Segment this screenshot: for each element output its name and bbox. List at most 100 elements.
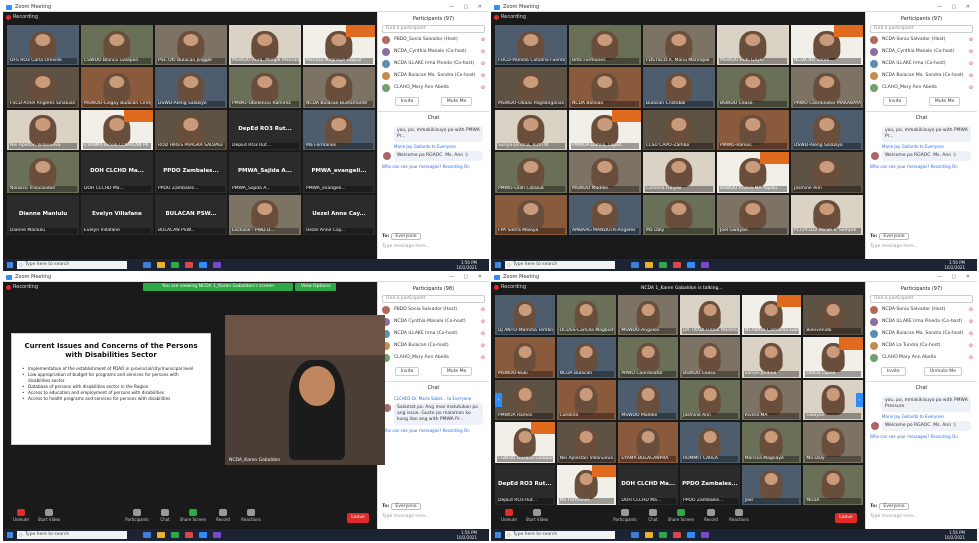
video-tile[interactable]: Evelyn Villafane Evelyn Villafane xyxy=(81,194,153,235)
taskbar-app-icon[interactable] xyxy=(645,262,653,268)
taskbar-app-icon[interactable] xyxy=(185,262,193,268)
mic-muted-icon[interactable]: ⊘ xyxy=(481,82,485,94)
chat-message-input[interactable]: Type message here... xyxy=(382,514,430,519)
video-tile[interactable]: Rivera MA xyxy=(741,379,802,421)
windows-start-icon[interactable] xyxy=(495,532,501,538)
taskbar-app-icon[interactable] xyxy=(687,262,695,268)
video-tile[interactable]: Bienvenido xyxy=(803,295,863,336)
recipient-dropdown[interactable]: Everyone xyxy=(391,503,421,510)
mic-muted-icon[interactable]: ⊘ xyxy=(481,316,485,328)
participant-row[interactable]: NCDA Bulacan Ma. Sandra (Co-host) ⊘ xyxy=(866,328,977,340)
taskbar-app-icon[interactable] xyxy=(185,532,193,538)
taskbar-app-icon[interactable] xyxy=(659,532,667,538)
video-tile[interactable]: CSWDO Blanca Galapon xyxy=(81,25,153,66)
participant-row[interactable]: CLAHO_Mary Ann Abella ⊘ xyxy=(378,82,489,94)
recipient-dropdown[interactable]: Everyone xyxy=(879,503,909,510)
video-tile[interactable]: PCCPI-LD2 Micah V. Sempre xyxy=(791,194,863,235)
share-screen-button[interactable]: Share Screen xyxy=(667,509,695,522)
prev-page-arrow[interactable]: ‹ xyxy=(495,393,502,407)
windows-start-icon[interactable] xyxy=(495,262,501,268)
video-tile[interactable]: NCDA Bolinao xyxy=(569,67,641,108)
taskbar-app-icon[interactable] xyxy=(701,532,709,538)
window-controls[interactable]: — ▢ ✕ xyxy=(937,3,974,12)
mic-muted-icon[interactable]: ⊘ xyxy=(969,34,973,46)
video-tile[interactable]: CLSU CAPO-Zambo xyxy=(643,109,715,151)
leave-button[interactable]: Leave xyxy=(835,513,857,523)
video-tile[interactable]: Nolasco Trancandon xyxy=(7,152,79,193)
video-tile[interactable]: NCDA Bulacan Bustamante xyxy=(303,67,375,108)
taskbar-app-icon[interactable] xyxy=(631,262,639,268)
video-tile[interactable]: DJ ANTO-Mamma Tembrito xyxy=(495,295,555,336)
video-tile[interactable]: DFS RO3 Carla Orevillo xyxy=(7,25,79,66)
video-tile[interactable]: Exclusie - PWD D... xyxy=(229,194,301,235)
taskbar-app-icon[interactable] xyxy=(213,262,221,268)
mute-me-button[interactable]: Mute Me xyxy=(440,367,473,376)
participant-row[interactable]: NCDA ILLAKE Irma (Co-host) ⊘ xyxy=(866,58,977,70)
participant-row[interactable]: NCDA-Sonia Salvador (Host) ⊘ xyxy=(866,34,977,46)
taskbar-app-icon[interactable] xyxy=(157,532,165,538)
video-tile[interactable]: EYAMA BULACANPRA xyxy=(618,422,678,463)
video-tile[interactable]: NCDA RO Sonia xyxy=(791,25,863,66)
video-tile[interactable]: Jasmine Ann xyxy=(791,152,863,193)
taskbar-app-icon[interactable] xyxy=(171,532,179,538)
chat-button[interactable]: Chat xyxy=(151,509,179,522)
mic-muted-icon[interactable]: ⊘ xyxy=(481,58,485,70)
mic-muted-icon[interactable]: ⊘ xyxy=(969,46,973,58)
chat-button[interactable]: Chat xyxy=(639,509,667,522)
mic-muted-icon[interactable]: ⊘ xyxy=(969,340,973,352)
video-tile[interactable]: Ma Formanes xyxy=(556,464,617,505)
video-tile[interactable]: OCDSS-Camilla Magbiot xyxy=(556,295,617,336)
taskbar-search[interactable]: Type here to search xyxy=(505,531,615,539)
taskbar-app-icon[interactable] xyxy=(645,532,653,538)
video-tile[interactable]: Sariya-Jordina xyxy=(741,337,802,378)
video-tile[interactable]: PMWOA Ramos xyxy=(495,379,555,421)
video-tile[interactable]: Micah xyxy=(803,464,863,505)
video-tile[interactable]: Marissa Magnaye-Gapuz xyxy=(303,25,375,66)
video-tile[interactable]: FOCD-Pamela Catalina Fuentes xyxy=(495,25,567,66)
video-tile[interactable]: PMWO-Ramos xyxy=(717,109,789,151)
reactions-button[interactable]: Reactions xyxy=(725,509,753,522)
participant-row[interactable]: NCDA ILLAKE Irma (Co-host) ⊘ xyxy=(378,328,489,340)
window-controls[interactable]: — ▢ ✕ xyxy=(449,3,486,12)
video-tile[interactable]: BULACAN PSW... BULACAN PSW... xyxy=(155,194,227,235)
video-tile[interactable]: MSWDO Maddie xyxy=(569,152,641,193)
video-tile[interactable]: MSWDO Maddie xyxy=(618,379,678,421)
mic-muted-icon[interactable]: ⊘ xyxy=(969,316,973,328)
window-controls[interactable]: — ▢ ✕ xyxy=(449,273,486,282)
participants-button[interactable]: Participants xyxy=(611,509,639,522)
unmute-button[interactable]: Unmute xyxy=(495,509,523,522)
mic-muted-icon[interactable]: ⊘ xyxy=(481,70,485,82)
video-tile[interactable]: BSWDO Rivera MA Aquilu xyxy=(717,152,789,193)
mic-muted-icon[interactable]: ⊘ xyxy=(969,352,973,364)
start-video-button[interactable]: Start Video xyxy=(523,509,551,522)
invite-button[interactable]: Invite xyxy=(881,367,906,376)
video-tile[interactable]: MSWDO-Buki xyxy=(495,337,555,378)
participant-row[interactable]: CLAHO Mary Ann Abella ⊘ xyxy=(866,352,977,364)
taskbar-app-icon[interactable] xyxy=(171,262,179,268)
participant-search-input[interactable]: Find a participant xyxy=(870,295,973,303)
video-tile[interactable]: Bulacan Cristobal xyxy=(643,67,715,108)
participant-row[interactable]: NCDA ILLAKE Irma Pineda (Co-host) ⊘ xyxy=(378,58,489,70)
recipient-dropdown[interactable]: Everyone xyxy=(879,233,909,240)
video-tile[interactable]: DA TRADI-Isabel Maramara xyxy=(680,295,740,336)
taskbar-app-icon[interactable] xyxy=(157,262,165,268)
chat-message-input[interactable]: Type message here... xyxy=(382,244,430,249)
taskbar-app-icon[interactable] xyxy=(631,532,639,538)
video-tile[interactable]: BSWDO Ceaso xyxy=(680,337,740,378)
participant-row[interactable]: NCDA La Tundro (Co-host) ⊘ xyxy=(866,340,977,352)
participant-search-input[interactable]: Find a participant xyxy=(382,295,485,303)
video-tile[interactable]: Jasmine Ann xyxy=(680,379,740,421)
video-tile[interactable]: PRWO Coordinator xyxy=(618,337,678,378)
participant-row[interactable]: NCDA_Cynthia Manalo (Co-host) ⊘ xyxy=(378,46,489,58)
video-tile[interactable]: DOH CLCHD Ma... DOH CLCHD Ma... xyxy=(81,152,153,193)
video-tile[interactable]: AMBAAG MANDOTA-Angeles xyxy=(569,194,641,235)
next-page-arrow[interactable]: › xyxy=(856,393,863,407)
participants-button[interactable]: Participants xyxy=(123,509,151,522)
chat-visibility-notice[interactable]: Who can see your messages? Recording On xyxy=(870,434,973,439)
leave-button[interactable]: Leave xyxy=(347,513,369,523)
taskbar-search[interactable]: Type here to search xyxy=(17,261,127,269)
video-tile[interactable]: Ma Formanes xyxy=(303,109,375,151)
taskbar-app-icon[interactable] xyxy=(143,532,151,538)
participant-row[interactable]: PBDD_Sonia Salvador (Host) ⊘ xyxy=(378,34,489,46)
mute-me-button[interactable]: Mute Me xyxy=(928,97,961,106)
